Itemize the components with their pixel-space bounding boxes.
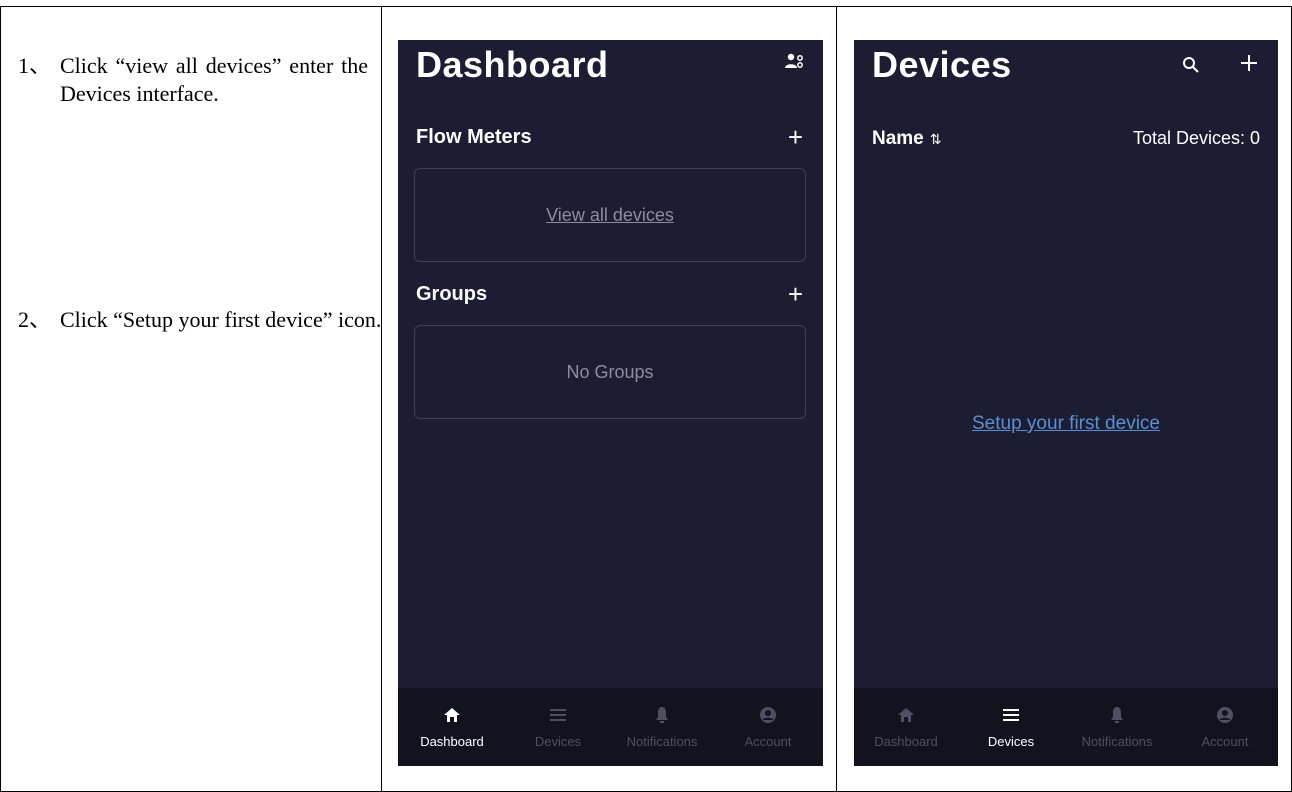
tab-devices[interactable]: Devices <box>966 706 1056 749</box>
tab-label: Notifications <box>1081 734 1153 749</box>
home-icon <box>861 706 951 728</box>
no-groups-text: No Groups <box>566 361 654 382</box>
tab-notifications[interactable]: Notifications <box>1072 706 1162 749</box>
total-devices-count: Total Devices: 0 <box>1132 128 1260 148</box>
step-number: 1、 <box>18 53 52 78</box>
page-title: Dashboard <box>416 44 609 85</box>
add-group-button[interactable]: + <box>788 281 803 307</box>
tab-label: Dashboard <box>420 734 484 749</box>
table-divider-2 <box>836 6 837 792</box>
tab-notifications[interactable]: Notifications <box>617 706 707 749</box>
tab-dashboard[interactable]: Dashboard <box>407 706 497 749</box>
groups-card: No Groups <box>414 325 806 419</box>
tab-dashboard[interactable]: Dashboard <box>861 706 951 749</box>
step-text: Click “Setup your first device” icon. <box>60 307 382 332</box>
tab-devices[interactable]: Devices <box>513 706 603 749</box>
account-icon <box>723 706 813 728</box>
plus-icon[interactable] <box>1240 54 1258 77</box>
step-number: 2、 <box>18 307 52 332</box>
table-divider-1 <box>381 6 382 792</box>
instructions-cell: 1、 Click “view all devices” enter the De… <box>18 52 381 332</box>
search-icon[interactable] <box>1182 56 1200 79</box>
tab-label: Dashboard <box>874 734 938 749</box>
dashboard-screenshot: Dashboard Flow Meters + View all devices… <box>398 40 823 766</box>
tab-label: Notifications <box>626 734 698 749</box>
tab-label: Devices <box>987 734 1035 749</box>
tab-label: Devices <box>534 734 582 749</box>
view-all-devices-link[interactable]: View all devices <box>546 205 674 226</box>
bell-icon <box>1072 706 1162 728</box>
document-table: 1、 Click “view all devices” enter the De… <box>0 0 1292 792</box>
tab-label: Account <box>744 734 792 749</box>
table-top-border <box>0 6 1292 7</box>
page-title: Devices <box>872 44 1012 85</box>
table-left-border <box>0 6 1 792</box>
devices-screenshot: Devices Name ⇅ Total Devices: 0 Setup you… <box>854 40 1278 766</box>
instruction-step-1: 1、 Click “view all devices” enter the De… <box>18 52 368 108</box>
tab-account[interactable]: Account <box>1180 706 1270 749</box>
name-label: Name <box>872 128 924 149</box>
account-icon <box>1180 706 1270 728</box>
add-flow-meter-button[interactable]: + <box>788 124 803 150</box>
instruction-step-2: 2、 Click “Setup your first device” icon. <box>18 306 410 334</box>
bottom-tab-bar: Dashboard Devices Notifications Account <box>398 688 823 766</box>
flow-meters-card: View all devices <box>414 168 806 262</box>
tab-label: Account <box>1201 734 1249 749</box>
bell-icon <box>617 706 707 728</box>
home-icon <box>407 706 497 728</box>
list-icon <box>966 706 1056 728</box>
groups-label: Groups <box>416 283 488 305</box>
name-sort-header[interactable]: Name ⇅ <box>872 128 941 150</box>
list-icon <box>513 706 603 728</box>
sort-icon: ⇅ <box>929 131 942 147</box>
flow-meters-label: Flow Meters <box>416 126 532 148</box>
setup-first-device-link[interactable]: Setup your first device <box>854 413 1278 435</box>
tab-account[interactable]: Account <box>723 706 813 749</box>
user-settings-icon[interactable] <box>783 52 805 77</box>
step-text: Click “view all devices” enter the Devic… <box>60 53 368 106</box>
bottom-tab-bar: Dashboard Devices Notifications Account <box>854 688 1278 766</box>
